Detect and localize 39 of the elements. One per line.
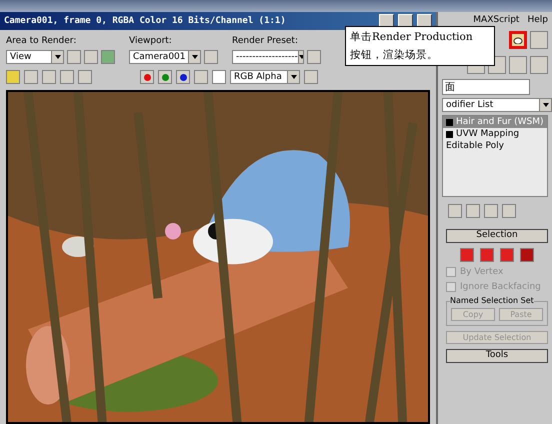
callout-text: 单击Render Production <box>350 30 474 44</box>
caret-icon <box>54 55 60 59</box>
rollout-title[interactable]: Tools <box>446 349 548 363</box>
stack-item[interactable]: Editable Poly <box>443 140 547 152</box>
callout-text: 按钮，渲染场景。 <box>350 48 439 62</box>
menu-item[interactable]: Help <box>527 15 548 25</box>
render-production-button[interactable] <box>509 31 527 49</box>
channel-toggle[interactable] <box>140 70 154 84</box>
dropdown-button[interactable] <box>539 99 551 111</box>
option-label: Ignore Backfacing <box>460 282 541 292</box>
dropdown-button[interactable] <box>287 71 299 83</box>
caret-icon <box>542 103 548 107</box>
field-label: Render Preset: <box>232 36 299 46</box>
swatch[interactable] <box>212 70 226 84</box>
viewport-dropdown[interactable]: Camera001 <box>129 50 201 64</box>
caret-icon <box>298 55 303 59</box>
dropdown-button[interactable] <box>51 51 63 63</box>
caret-icon <box>290 75 296 79</box>
dropdown-button[interactable] <box>188 51 200 63</box>
menu-item[interactable]: MAXScript <box>473 15 520 25</box>
field-label: Area to Render: <box>6 36 78 46</box>
expand-icon[interactable] <box>446 118 453 126</box>
rollout-title[interactable]: Selection <box>446 229 548 243</box>
channel-toggle[interactable] <box>176 70 190 84</box>
preset-dropdown[interactable]: ------------------- <box>232 50 304 64</box>
channel-dropdown[interactable]: RGB Alpha <box>230 70 300 84</box>
caret-icon <box>192 55 198 59</box>
option-label: By Vertex <box>460 267 504 277</box>
window-title: Camera001, frame 0, RGBA Color 16 Bits/Channel (1:1) <box>4 16 287 26</box>
dropdown-button[interactable] <box>298 51 303 63</box>
expand-icon[interactable] <box>446 130 453 138</box>
teapot-icon <box>513 36 523 44</box>
group-title: Named Selection Set <box>450 296 534 305</box>
name-field[interactable]: 面 <box>442 79 530 95</box>
channel-toggle[interactable] <box>158 70 172 84</box>
modifier-list-dropdown[interactable]: odifier List <box>442 98 552 112</box>
area-dropdown[interactable]: View <box>6 50 64 64</box>
field-label: Viewport: <box>129 36 173 46</box>
stack-item[interactable]: UVW Mapping <box>443 128 547 140</box>
